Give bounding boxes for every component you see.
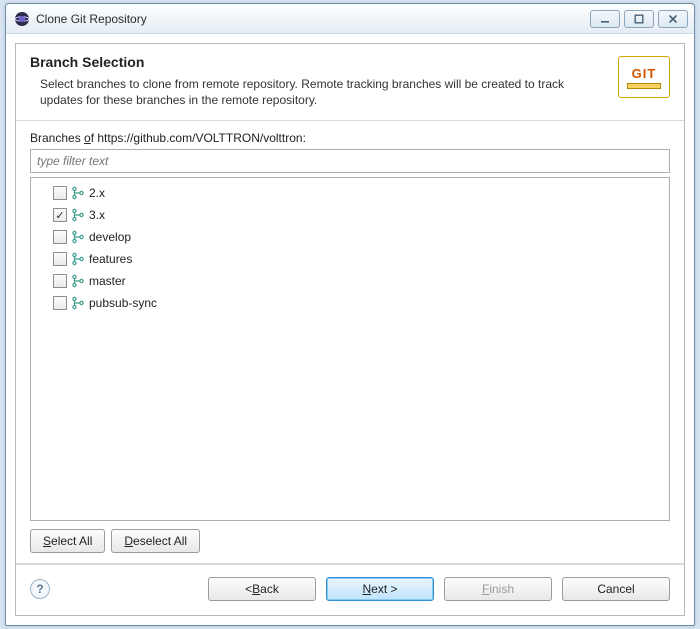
close-button[interactable]	[658, 10, 688, 28]
branch-icon	[71, 186, 85, 200]
branch-label: 3.x	[89, 208, 105, 222]
minimize-button[interactable]	[590, 10, 620, 28]
finish-button: Finish	[444, 577, 552, 601]
cancel-button[interactable]: Cancel	[562, 577, 670, 601]
branch-checkbox[interactable]	[53, 186, 67, 200]
maximize-button[interactable]	[624, 10, 654, 28]
branch-checkbox[interactable]	[53, 252, 67, 266]
branch-label: features	[89, 252, 132, 266]
dialog-content: Branch Selection Select branches to clon…	[7, 35, 693, 624]
help-icon[interactable]: ?	[30, 579, 50, 599]
branch-label: 2.x	[89, 186, 105, 200]
select-buttons-row: Select All Deselect All	[30, 529, 670, 553]
git-icon-bar	[627, 83, 661, 89]
branch-label: develop	[89, 230, 131, 244]
titlebar: Clone Git Repository	[6, 4, 694, 34]
deselect-all-button[interactable]: Deselect All	[111, 529, 200, 553]
page-title: Branch Selection	[30, 54, 610, 70]
window-controls	[590, 10, 688, 28]
branch-icon	[71, 230, 85, 244]
branch-icon	[71, 252, 85, 266]
filter-input[interactable]	[30, 149, 670, 173]
branch-tree[interactable]: 2.x ✓ 3.x develop features master pubsub-sync	[30, 177, 670, 521]
wizard-header-text: Branch Selection Select branches to clon…	[30, 54, 610, 108]
branch-row[interactable]: ✓ 3.x	[35, 204, 665, 226]
window-title: Clone Git Repository	[36, 12, 590, 26]
dialog-window: Clone Git Repository Branch Selection Se…	[5, 3, 695, 626]
back-button[interactable]: < Back	[208, 577, 316, 601]
branch-icon	[71, 296, 85, 310]
wizard-panel: Branch Selection Select branches to clon…	[15, 43, 685, 616]
branch-row[interactable]: master	[35, 270, 665, 292]
branch-checkbox[interactable]	[53, 230, 67, 244]
branches-of-label: Branches of https://github.com/VOLTTRON/…	[30, 131, 670, 145]
branch-icon	[71, 274, 85, 288]
eclipse-icon	[14, 11, 30, 27]
wizard-footer: ? < Back Next > Finish Cancel	[16, 564, 684, 615]
page-description: Select branches to clone from remote rep…	[30, 76, 610, 108]
branch-row[interactable]: features	[35, 248, 665, 270]
branch-label: master	[89, 274, 126, 288]
wizard-body: Branches of https://github.com/VOLTTRON/…	[16, 121, 684, 563]
git-icon: GIT	[618, 56, 670, 98]
branch-checkbox[interactable]: ✓	[53, 208, 67, 222]
branch-label: pubsub-sync	[89, 296, 157, 310]
branch-checkbox[interactable]	[53, 296, 67, 310]
branch-row[interactable]: 2.x	[35, 182, 665, 204]
wizard-header: Branch Selection Select branches to clon…	[16, 44, 684, 120]
branch-row[interactable]: pubsub-sync	[35, 292, 665, 314]
branch-icon	[71, 208, 85, 222]
branch-row[interactable]: develop	[35, 226, 665, 248]
next-button[interactable]: Next >	[326, 577, 434, 601]
branch-checkbox[interactable]	[53, 274, 67, 288]
git-icon-text: GIT	[632, 66, 657, 81]
select-all-button[interactable]: Select All	[30, 529, 105, 553]
